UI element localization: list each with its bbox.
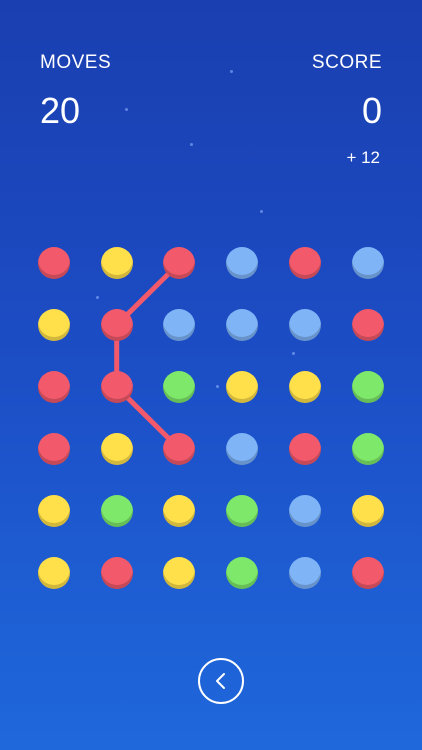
game-board [0, 0, 422, 620]
yellow-dot[interactable] [38, 309, 70, 341]
blue-dot[interactable] [351, 247, 384, 279]
yellow-dot[interactable] [163, 495, 196, 527]
green-dot[interactable] [226, 557, 259, 589]
blue-dot[interactable] [288, 557, 321, 589]
yellow-dot[interactable] [226, 371, 259, 403]
yellow-dot[interactable] [163, 557, 196, 589]
red-dot[interactable] [38, 433, 70, 465]
red-dot[interactable] [163, 247, 196, 279]
red-dot[interactable] [351, 309, 384, 341]
blue-dot[interactable] [288, 309, 321, 341]
green-dot[interactable] [226, 495, 259, 527]
blue-dot[interactable] [163, 309, 196, 341]
green-dot[interactable] [100, 495, 133, 527]
yellow-dot[interactable] [100, 433, 133, 465]
yellow-dot[interactable] [351, 495, 384, 527]
red-dot[interactable] [351, 557, 384, 589]
yellow-dot[interactable] [38, 557, 70, 589]
red-dot[interactable] [288, 433, 321, 465]
red-dot[interactable] [100, 557, 133, 589]
red-dot[interactable] [163, 433, 196, 465]
blue-dot[interactable] [226, 433, 259, 465]
connection-path [114, 260, 182, 452]
green-dot[interactable] [351, 371, 384, 403]
blue-dot[interactable] [226, 247, 259, 279]
green-dot[interactable] [351, 433, 384, 465]
yellow-dot[interactable] [100, 247, 133, 279]
yellow-dot[interactable] [288, 371, 321, 403]
red-dot[interactable] [100, 371, 133, 403]
back-button[interactable] [198, 658, 244, 704]
blue-dot[interactable] [226, 309, 259, 341]
chevron-left-icon [216, 673, 225, 689]
blue-dot[interactable] [288, 495, 321, 527]
red-dot[interactable] [288, 247, 321, 279]
green-dot[interactable] [163, 371, 196, 403]
yellow-dot[interactable] [38, 495, 70, 527]
red-dot[interactable] [100, 309, 133, 341]
red-dot[interactable] [38, 247, 70, 279]
red-dot[interactable] [38, 371, 70, 403]
